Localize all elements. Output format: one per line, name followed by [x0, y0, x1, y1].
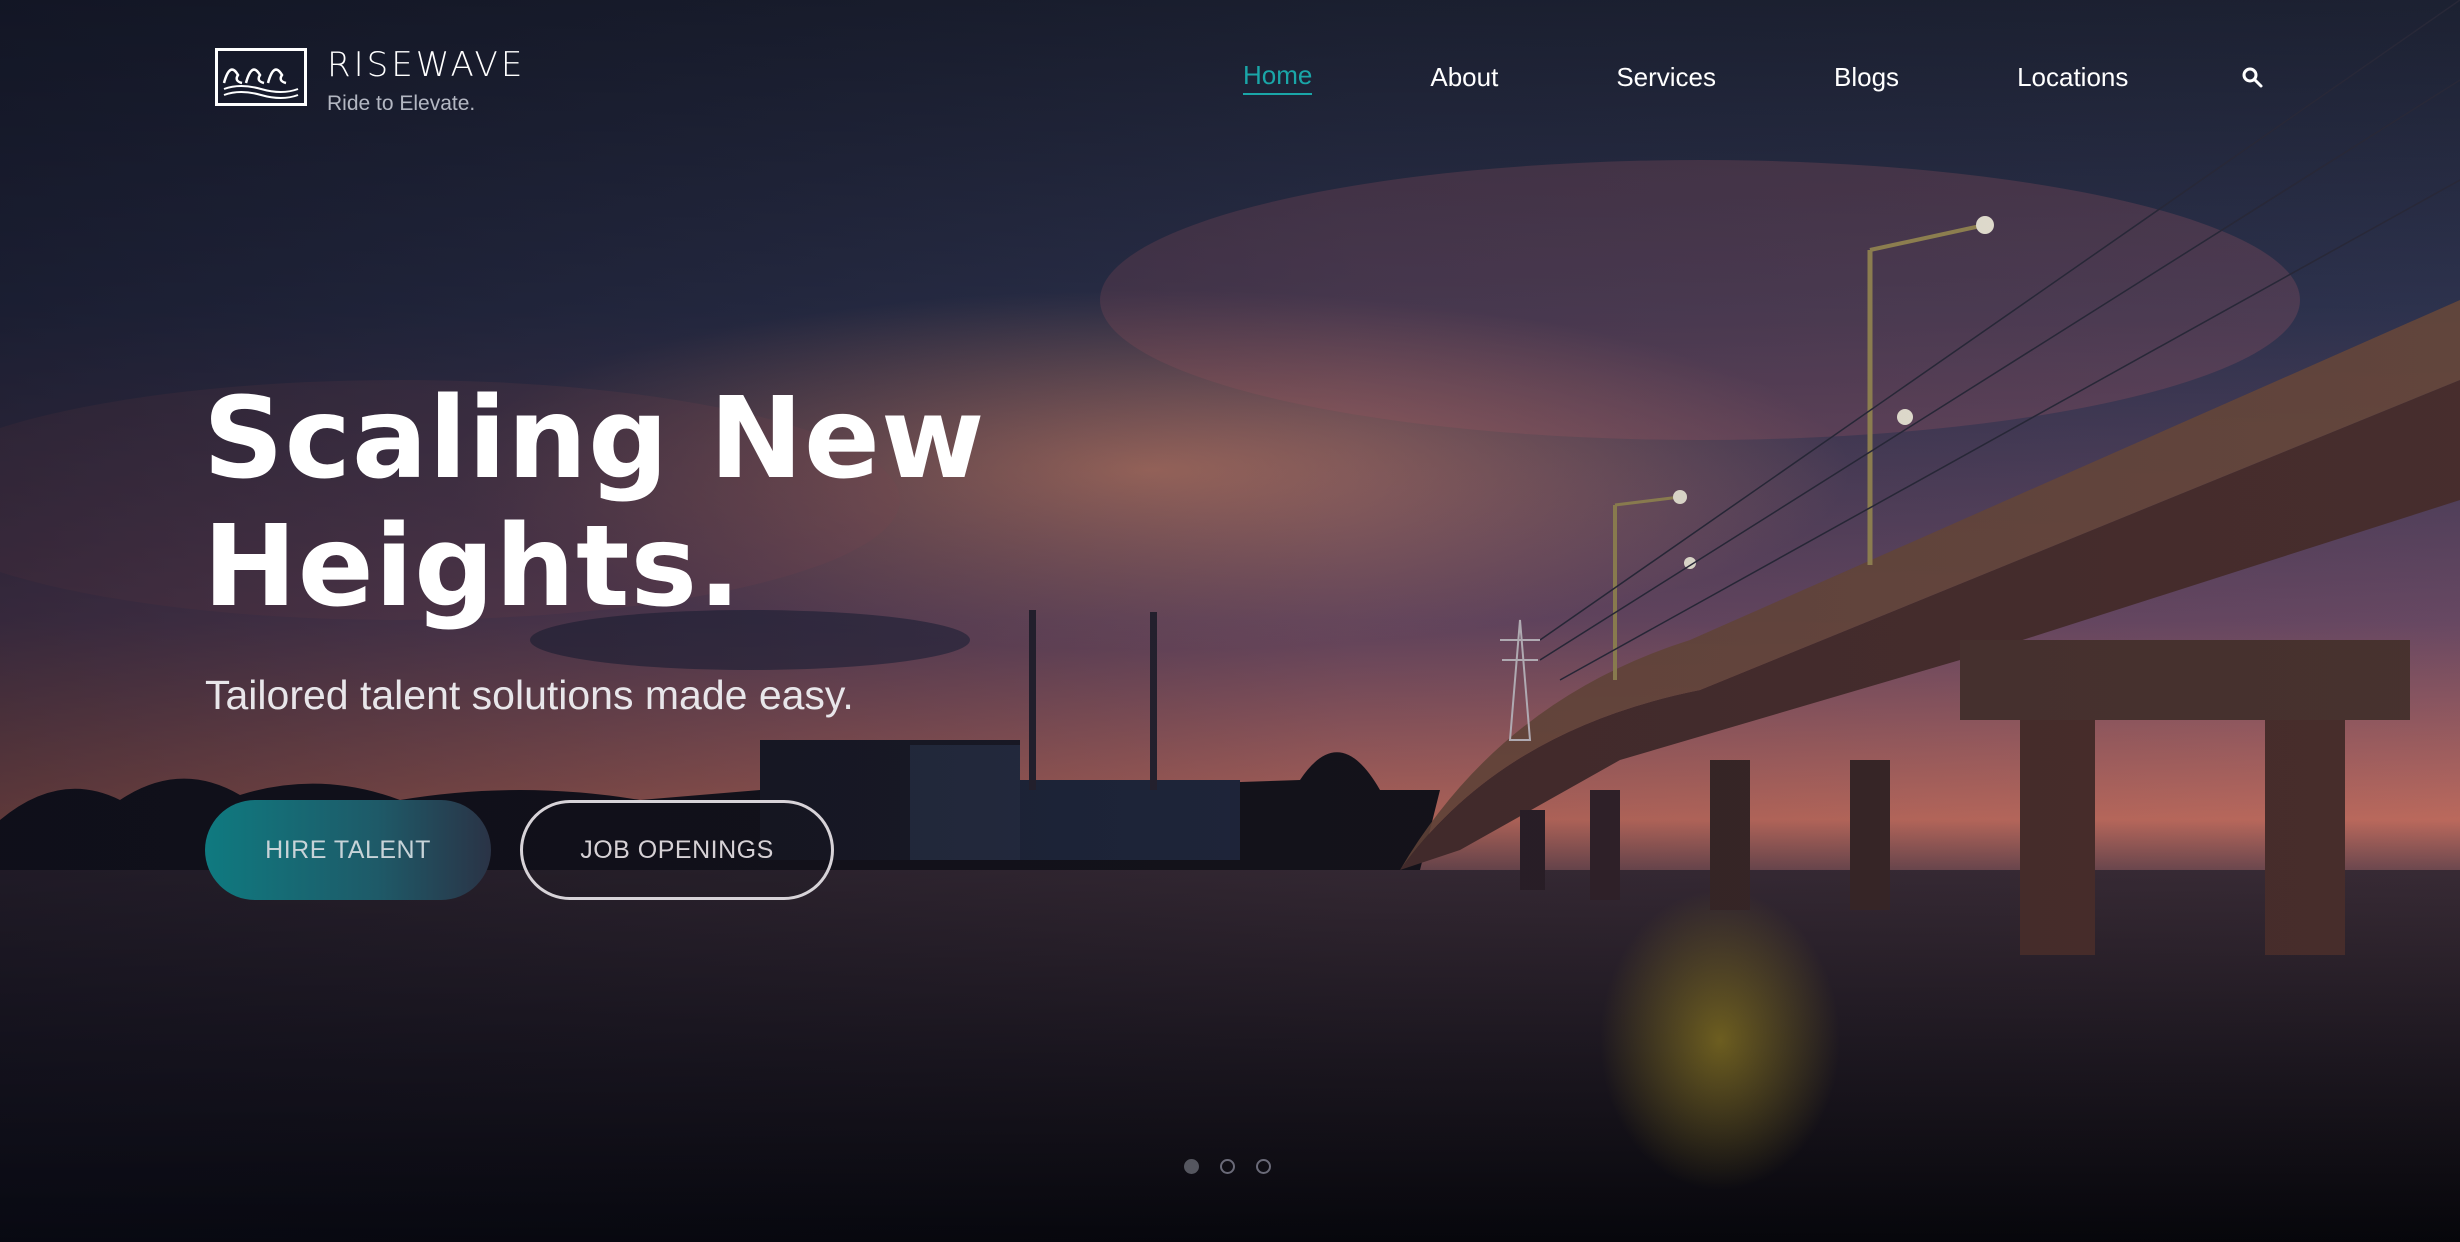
brand-tagline: Ride to Elevate.: [327, 92, 476, 115]
hire-talent-button[interactable]: HIRE TALENT: [205, 800, 491, 900]
nav-item-about[interactable]: About: [1430, 62, 1498, 93]
carousel-indicators: [1184, 1159, 1292, 1174]
nav-item-locations[interactable]: Locations: [2017, 62, 2128, 93]
search-icon[interactable]: [2240, 65, 2266, 91]
nav-item-home[interactable]: Home: [1243, 60, 1313, 95]
carousel-dot-2[interactable]: [1220, 1159, 1235, 1174]
nav-item-blogs[interactable]: Blogs: [1834, 62, 1899, 93]
carousel-dot-1[interactable]: [1184, 1159, 1199, 1174]
brand-logo[interactable]: RISEWAVE Ride to Elevate.: [215, 48, 525, 116]
hero-headline: Scaling New Heights.: [203, 375, 1253, 631]
hero-headline-line2: Heights.: [203, 502, 742, 632]
main-nav: Home About Services Blogs Locations: [1243, 60, 2266, 95]
nav-item-services[interactable]: Services: [1616, 62, 1716, 93]
hero-headline-line1: Scaling New: [203, 374, 986, 504]
brand-name: RISEWAVE: [327, 45, 526, 85]
wave-logo-icon: [215, 48, 307, 106]
job-openings-button[interactable]: JOB OPENINGS: [520, 800, 834, 900]
hero-subheadline: Tailored talent solutions made easy.: [205, 672, 854, 718]
carousel-dot-3[interactable]: [1256, 1159, 1271, 1174]
